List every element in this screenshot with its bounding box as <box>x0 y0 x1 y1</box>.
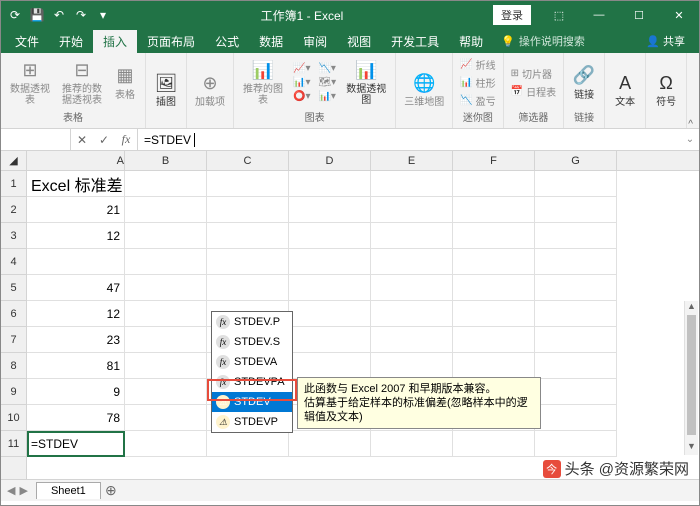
add-sheet-icon[interactable]: ⊕ <box>101 482 121 499</box>
row-header[interactable]: 1 <box>1 171 26 197</box>
row-header[interactable]: 7 <box>1 327 26 353</box>
formula-input[interactable]: =STDEV <box>138 129 681 150</box>
row-header[interactable]: 4 <box>1 249 26 275</box>
autocomplete-item[interactable]: fxSTDEV.S <box>212 332 292 352</box>
vertical-scrollbar[interactable]: ▲ ▼ <box>684 301 698 455</box>
autocomplete-item[interactable]: fxSTDEVA <box>212 352 292 372</box>
function-tooltip: 此函数与 Excel 2007 和早期版本兼容。 估算基于给定样本的标准偏差(忽… <box>297 377 541 429</box>
share-button[interactable]: 👤 共享 <box>636 33 695 49</box>
pivottable-button[interactable]: ⊞数据透视表 <box>7 56 53 108</box>
sparklines[interactable]: 📈折线 📊柱形 📉盈亏 <box>459 56 496 109</box>
tab-insert[interactable]: 插入 <box>93 30 137 53</box>
cell[interactable]: 81 <box>27 353 125 379</box>
enter-formula-icon[interactable]: ✓ <box>93 129 115 150</box>
cell[interactable] <box>27 249 125 275</box>
autocomplete-item[interactable]: fxSTDEV.P <box>212 312 292 332</box>
col-header[interactable]: G <box>535 151 617 170</box>
addins-button[interactable]: ⊕加载项 <box>193 69 227 110</box>
illustrations-button[interactable]: 🖼插图 <box>152 69 180 110</box>
close-icon[interactable]: ✕ <box>659 1 699 29</box>
ribbon-options-icon[interactable]: ⬚ <box>539 1 579 29</box>
cell[interactable]: 23 <box>27 327 125 353</box>
text-button[interactable]: A文本 <box>611 69 639 110</box>
qat-more-icon[interactable]: ▾ <box>95 7 111 23</box>
tab-formulas[interactable]: 公式 <box>205 30 249 53</box>
scroll-up-icon[interactable]: ▲ <box>685 301 698 315</box>
pivotchart-button[interactable]: 📊数据透视图 <box>343 56 389 108</box>
tab-view[interactable]: 视图 <box>337 30 381 53</box>
cell[interactable]: 12 <box>27 223 125 249</box>
tab-data[interactable]: 数据 <box>249 30 293 53</box>
maximize-icon[interactable]: ☐ <box>619 1 659 29</box>
tab-home[interactable]: 开始 <box>49 30 93 53</box>
chart-types[interactable]: 📈▾📊▾⭕▾ <box>292 62 311 103</box>
recommended-charts-button[interactable]: 📊推荐的图表 <box>240 56 286 108</box>
cell[interactable]: 9 <box>27 379 125 405</box>
row-header[interactable]: 2 <box>1 197 26 223</box>
undo-icon[interactable]: ↶ <box>51 7 67 23</box>
tab-file[interactable]: 文件 <box>5 30 49 53</box>
formula-autocomplete: fxSTDEV.P fxSTDEV.S fxSTDEVA fxSTDEVPA ⚠… <box>211 311 293 433</box>
cell[interactable]: 12 <box>27 301 125 327</box>
autocomplete-item[interactable]: ⚠STDEVP <box>212 412 292 432</box>
save-icon[interactable]: 💾 <box>29 7 45 23</box>
row-header[interactable]: 10 <box>1 405 26 431</box>
col-header[interactable]: B <box>125 151 207 170</box>
col-header[interactable]: A <box>27 151 125 170</box>
cell[interactable]: 21 <box>27 197 125 223</box>
3dmap-button[interactable]: 🌐三维地图 <box>402 69 446 110</box>
table-button[interactable]: ▦表格 <box>111 62 139 103</box>
row-header[interactable]: 9 <box>1 379 26 405</box>
expand-formulabar-icon[interactable]: ⌄ <box>681 134 699 145</box>
tab-help[interactable]: 帮助 <box>449 30 493 53</box>
active-cell[interactable]: =STDEV <box>27 431 125 457</box>
autosave-icon[interactable]: ⟳ <box>7 7 23 23</box>
scroll-down-icon[interactable]: ▼ <box>685 441 698 455</box>
login-button[interactable]: 登录 <box>493 5 531 25</box>
watermark: 今 头条 @资源繁荣网 <box>543 458 689 479</box>
name-box[interactable] <box>1 129 71 150</box>
row-header[interactable]: 6 <box>1 301 26 327</box>
scrollbar-thumb[interactable] <box>687 315 696 435</box>
autocomplete-item[interactable]: fxSTDEVPA <box>212 372 292 392</box>
cancel-formula-icon[interactable]: ✕ <box>71 129 93 150</box>
chart-types-2[interactable]: 📉▾🗺▾📊▾ <box>317 62 337 103</box>
collapse-ribbon-icon[interactable]: ^ <box>688 119 693 130</box>
autocomplete-item-selected[interactable]: ⚠STDEV <box>212 392 292 412</box>
select-all[interactable]: ◢ <box>1 151 26 171</box>
row-header[interactable]: 11 <box>1 431 26 457</box>
sheet-nav[interactable]: ◀▶ <box>1 484 34 497</box>
filters[interactable]: ⊞切片器 📅日程表 <box>510 65 557 100</box>
redo-icon[interactable]: ↷ <box>73 7 89 23</box>
col-header[interactable]: D <box>289 151 371 170</box>
link-button[interactable]: 🔗链接 <box>570 62 598 103</box>
row-header[interactable]: 8 <box>1 353 26 379</box>
window-title: 工作簿1 - Excel <box>111 7 493 24</box>
col-header[interactable]: F <box>453 151 535 170</box>
watermark-logo-icon: 今 <box>543 460 561 478</box>
cell[interactable]: 78 <box>27 405 125 431</box>
fx-icon[interactable]: fx <box>115 129 137 150</box>
tab-pagelayout[interactable]: 页面布局 <box>137 30 205 53</box>
sheet-tab[interactable]: Sheet1 <box>36 482 101 499</box>
tab-developer[interactable]: 开发工具 <box>381 30 449 53</box>
row-header[interactable]: 3 <box>1 223 26 249</box>
ribbon: ⊞数据透视表 ⊟推荐的数据透视表 ▦表格 表格 🖼插图 ⊕加载项 📊推荐的图表 … <box>1 53 699 129</box>
col-header[interactable]: E <box>371 151 453 170</box>
tab-review[interactable]: 审阅 <box>293 30 337 53</box>
recommended-pivot-button[interactable]: ⊟推荐的数据透视表 <box>59 56 105 108</box>
cell[interactable]: 47 <box>27 275 125 301</box>
cell[interactable]: Excel 标准差 <box>27 171 125 197</box>
symbol-button[interactable]: Ω符号 <box>652 69 680 110</box>
row-header[interactable]: 5 <box>1 275 26 301</box>
col-header[interactable]: C <box>207 151 289 170</box>
tell-me-search[interactable]: 💡 操作说明搜索 <box>501 33 585 49</box>
minimize-icon[interactable]: — <box>579 1 619 29</box>
